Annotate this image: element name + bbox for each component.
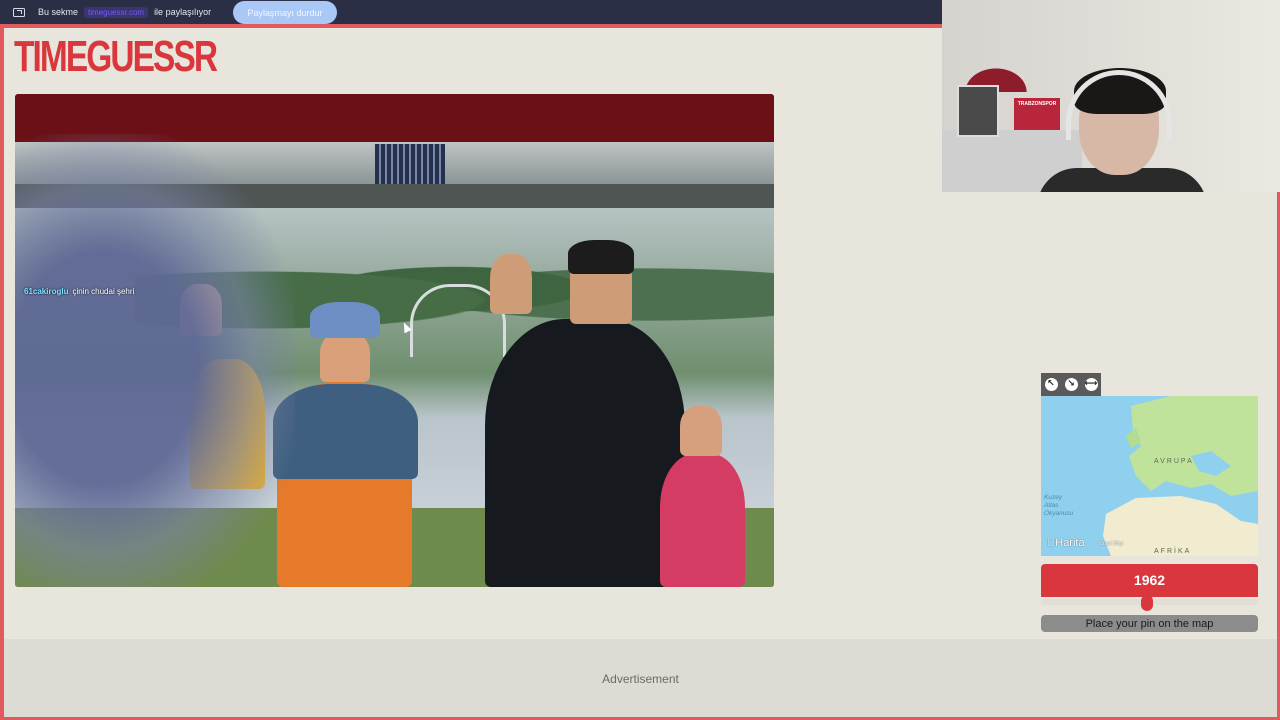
map-land (1103, 396, 1258, 556)
tab-share-bar: Bu sekme timeguessr.com ile paylaşılıyor… (0, 0, 942, 24)
map-toolbar: ↖ ↘ ⟷ (1041, 373, 1101, 396)
map-legal-link[interactable]: Yasal Bilgi (1098, 541, 1123, 547)
year-display: 1962 (1041, 564, 1258, 597)
stream-chat-message: 61cakiroglu çinin chudai şehri (24, 287, 134, 296)
advertisement-banner: Advertisement (4, 639, 1277, 717)
expand-icon[interactable]: ↖ (1044, 378, 1058, 391)
chat-username: 61cakiroglu (24, 287, 69, 296)
share-prefix: Bu sekme (38, 7, 79, 17)
year-slider-thumb[interactable] (1141, 595, 1154, 611)
person-waving (485, 319, 685, 587)
frame-top (0, 24, 942, 28)
chat-text: çinin chudai şehri (72, 287, 135, 296)
timeguessr-logo[interactable]: TIMEGUESSR (14, 33, 218, 81)
child (660, 454, 745, 587)
apple-icon:  (1047, 537, 1055, 549)
map-label-ocean: Kuzey Atlas Okyanusu (1044, 494, 1074, 517)
map-label-europe: AVRUPA (1154, 458, 1194, 465)
share-suffix: ile paylaşılıyor (154, 7, 212, 17)
map-brand: Harita (1047, 537, 1085, 549)
photo-frame (957, 85, 999, 137)
shrink-icon[interactable]: ↘ (1064, 378, 1078, 391)
frame-left (0, 24, 4, 720)
screen-share-icon (13, 7, 25, 17)
webcam-overlay: TRABZONSPOR (942, 0, 1280, 192)
collapse-icon[interactable]: ⟷ (1084, 378, 1098, 391)
ad-label: Advertisement (602, 672, 679, 686)
guess-photo (15, 94, 774, 587)
shared-tab-host: timeguessr.com (84, 6, 149, 18)
guess-map[interactable]: AVRUPA AFRİKA Kuzey Atlas Okyanusu Hari… (1041, 396, 1258, 556)
map-label-africa: AFRİKA (1154, 548, 1192, 555)
club-sign: TRABZONSPOR (1014, 98, 1060, 130)
stop-sharing-button[interactable]: Paylaşmayı durdur (233, 1, 337, 24)
place-pin-button[interactable]: Place your pin on the map (1041, 615, 1258, 632)
